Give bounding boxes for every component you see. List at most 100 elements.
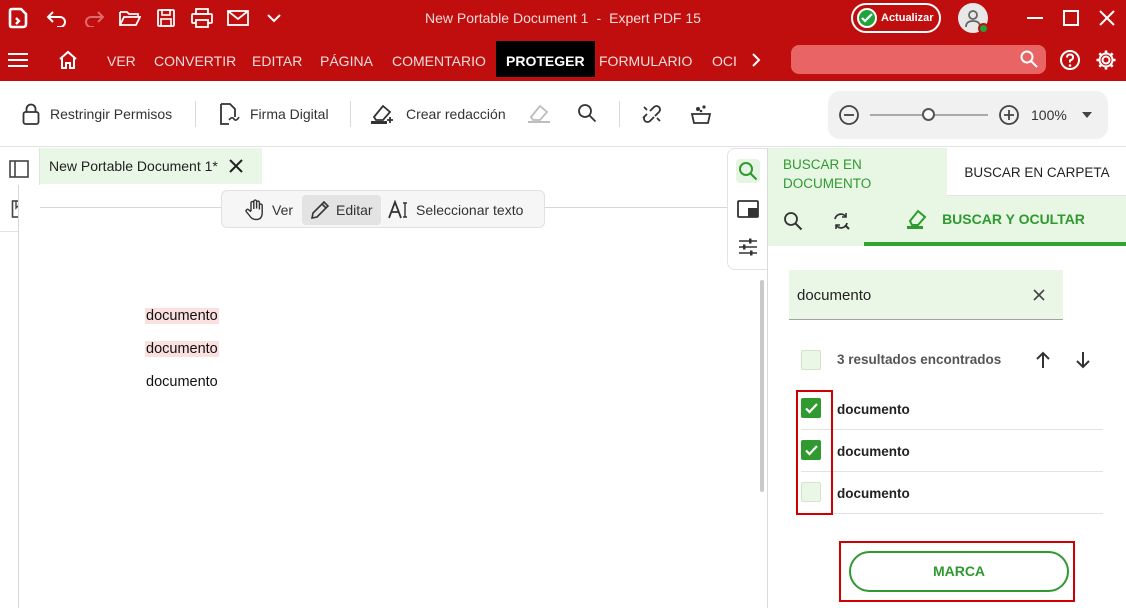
panel-window-icon[interactable] [736,197,760,221]
menu-proteger[interactable]: PROTEGER [496,41,595,77]
title-bar: New Portable Document 1- Expert PDF 15 Ac… [0,0,1126,36]
document-scrollbar[interactable] [760,280,764,492]
next-result-icon[interactable] [1071,348,1095,372]
tab-search-in-folder[interactable]: BUSCAR EN CARPETA [947,148,1126,196]
update-button[interactable]: Actualizar [851,3,941,33]
document-tab[interactable]: New Portable Document 1* [40,148,262,184]
document-text-line[interactable]: documento [145,308,219,324]
view-mode-label: Ver [272,202,294,218]
zoom-value[interactable]: 100% [1031,107,1067,123]
redo-icon[interactable] [82,6,106,30]
check-circle-icon [857,8,877,28]
menu-ocr[interactable]: OCI [702,36,742,81]
close-tab-icon[interactable] [226,156,246,176]
redact-search-input[interactable]: documento [789,270,1063,320]
search-replace-icon [834,213,850,230]
view-mode-button[interactable]: Ver [236,195,301,225]
zoom-dropdown-icon[interactable] [1075,103,1099,127]
subtab-search-and-hide-label: BUSCAR Y OCULTAR [942,211,1085,227]
properties-sliders-icon[interactable] [736,235,760,259]
menu-formulario[interactable]: FORMULARIO [589,36,702,81]
restrict-permissions-label: Restringir Permisos [50,106,173,122]
ribbon-search-input[interactable] [791,45,1046,74]
menu-convertir[interactable]: CONVERTIR [144,36,246,81]
search-result-item[interactable]: documento [801,430,1103,472]
subtab-search-and-hide[interactable]: BUSCAR Y OCULTAR [864,196,1126,246]
restrict-permissions-button[interactable]: Restringir Permisos [22,103,172,125]
signature-document-icon [220,103,240,125]
search-panel-icon[interactable] [736,159,760,183]
user-avatar[interactable] [958,3,989,34]
checkmark-icon [804,444,818,456]
sanitize-document-button[interactable] [690,103,712,125]
close-window-icon[interactable] [1095,6,1119,30]
previous-result-icon[interactable] [1031,348,1055,372]
zoom-out-icon[interactable] [837,103,861,127]
result-checkbox[interactable] [801,398,821,418]
toolbar-divider [195,101,196,127]
home-icon[interactable] [56,48,80,72]
select-all-checkbox[interactable] [801,350,821,370]
print-icon[interactable] [190,6,214,30]
hamburger-menu-icon[interactable] [6,48,30,72]
interaction-mode-bar: Ver Editar Seleccionar texto [221,190,545,228]
online-status-dot [978,23,989,34]
create-redaction-button[interactable]: Crear redacción [370,103,506,125]
edit-mode-label: Editar [336,202,373,218]
apply-redaction-button[interactable] [527,103,551,125]
document-canvas[interactable] [18,185,764,608]
update-button-label: Actualizar [881,12,934,24]
redact-search-value: documento [797,287,872,304]
remove-links-button[interactable] [640,103,664,125]
sidebar-panel-icon[interactable] [8,158,30,180]
zoom-in-icon[interactable] [997,103,1021,127]
edit-mode-button[interactable]: Editar [302,195,381,225]
result-label: documento [837,402,910,417]
hand-icon [245,199,263,221]
menu-ver[interactable]: VER [97,36,146,81]
search-subtabs: BUSCAR Y OCULTAR [768,196,1126,246]
zoom-slider-handle[interactable] [922,108,935,121]
maximize-icon[interactable] [1059,6,1083,30]
mark-button[interactable]: MARCA [849,551,1069,592]
menu-editar[interactable]: EDITAR [242,36,312,81]
protect-toolbar: Restringir Permisos Firma Digital Crear … [0,81,1126,147]
annotation-highlight-box: MARCA [839,541,1075,602]
digital-signature-button[interactable]: Firma Digital [218,103,329,125]
select-text-mode-button[interactable]: Seleccionar texto [380,195,531,225]
broken-link-icon [642,105,661,123]
minimize-icon[interactable] [1023,6,1047,30]
results-count: 3 resultados encontrados [837,352,1002,367]
document-text-line[interactable]: documento [145,374,219,390]
menu-scroll-right-icon[interactable] [744,48,768,72]
result-checkbox[interactable] [801,440,821,460]
document-text-line[interactable]: documento [145,341,219,357]
subtab-search[interactable] [778,196,808,246]
open-folder-icon[interactable] [118,6,142,30]
zoom-control: 100% [828,91,1108,139]
menu-comentario[interactable]: COMENTARIO [382,36,496,81]
toolbar-divider [350,101,351,127]
toolbar-divider [619,101,620,127]
text-cursor-icon [388,200,407,219]
save-icon[interactable] [154,6,178,30]
clear-search-icon[interactable] [1029,285,1049,305]
help-icon[interactable] [1058,48,1082,72]
customize-chevron-icon[interactable] [262,6,286,30]
result-label: documento [837,444,910,459]
app-logo-icon[interactable] [6,6,30,30]
tab-search-in-document[interactable]: BUSCAR EN DOCUMENTO [768,148,947,196]
subtab-replace[interactable] [826,196,856,246]
sanitize-bucket-icon [690,105,712,124]
pencil-icon [310,200,330,220]
menu-pagina[interactable]: PÁGINA [310,36,383,81]
search-icon [784,212,803,231]
result-checkbox[interactable] [801,482,821,502]
settings-gear-icon[interactable] [1094,48,1118,72]
search-redact-button[interactable] [577,103,597,123]
search-result-item[interactable]: documento [801,472,1103,514]
eraser-icon [371,104,393,124]
undo-icon[interactable] [45,6,69,30]
mail-icon[interactable] [226,6,250,30]
search-result-item[interactable]: documento [801,388,1103,430]
